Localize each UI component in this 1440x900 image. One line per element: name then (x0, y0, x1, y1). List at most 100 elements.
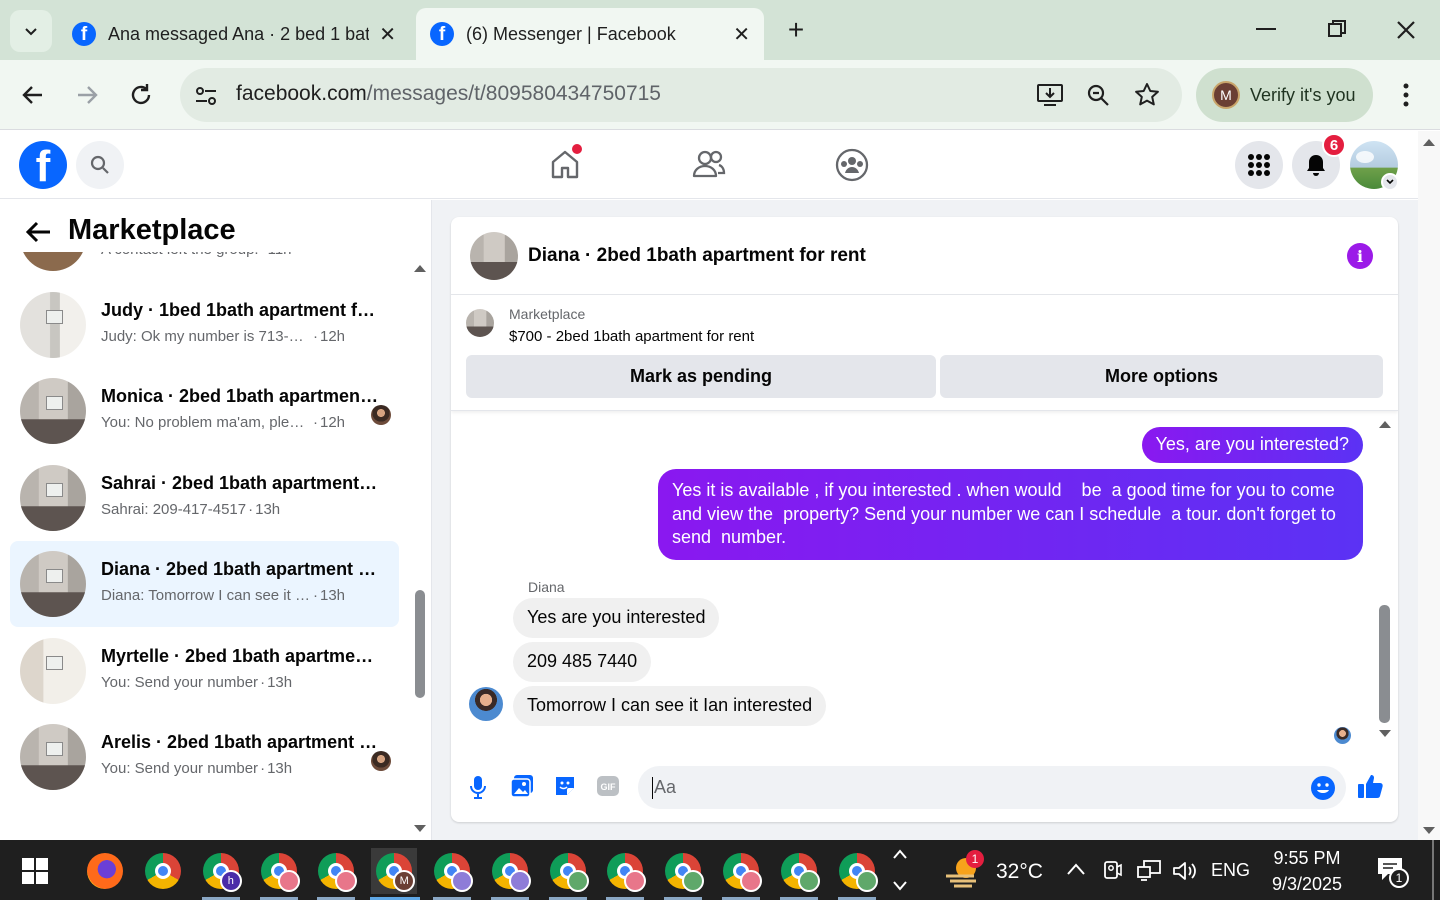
forward-button[interactable] (74, 82, 100, 108)
taskbar-scroll-down-icon[interactable] (892, 880, 908, 892)
conversation-item[interactable]: Myrtelle · 2bed 1bath apartment for rent… (10, 628, 399, 714)
weather-widget[interactable]: 1 32°C (944, 850, 1044, 892)
scroll-down-arrow-icon[interactable] (1422, 826, 1436, 836)
close-tab-icon[interactable]: ✕ (379, 22, 396, 47)
install-app-icon[interactable] (1036, 82, 1064, 108)
scroll-up-arrow-icon[interactable] (1378, 419, 1392, 429)
browser-tab-active[interactable]: f (6) Messenger | Facebook ✕ (416, 8, 764, 60)
menu-button[interactable] (1235, 141, 1283, 189)
listing-thumbnail[interactable] (466, 309, 494, 337)
notifications-button[interactable]: 6 (1292, 133, 1346, 189)
chrome-taskbar-icon[interactable] (834, 848, 880, 894)
chrome-taskbar-icon[interactable] (256, 848, 302, 894)
reload-button[interactable] (128, 82, 154, 108)
language-indicator[interactable]: ENG (1211, 860, 1250, 881)
facebook-search-button[interactable] (76, 141, 124, 189)
new-tab-button[interactable]: + (780, 14, 812, 46)
conversation-time: 13h (267, 760, 293, 777)
conversation-preview-text: Diana: Tomorrow I can see it Ian i... (101, 587, 311, 604)
verify-identity-button[interactable]: M Verify it's you (1196, 68, 1373, 122)
emoji-button[interactable] (1310, 775, 1336, 801)
listing-title[interactable]: $700 - 2bed 1bath apartment for rent (509, 328, 754, 345)
like-button[interactable] (1357, 773, 1383, 799)
scroll-down-arrow-icon[interactable] (413, 824, 427, 834)
start-button[interactable] (12, 848, 58, 894)
chrome-taskbar-icon[interactable] (429, 848, 475, 894)
conversation-item[interactable]: Arelis · 2bed 1bath apartment for rent Yo… (10, 714, 399, 800)
mark-as-pending-button[interactable]: Mark as pending (466, 355, 936, 398)
close-window-icon[interactable] (1396, 20, 1416, 40)
back-arrow-button[interactable] (24, 220, 52, 244)
message-thread[interactable]: Yes, are you interested? Yes it is avail… (451, 413, 1398, 749)
message-bubble-sent[interactable]: Yes, are you interested? (1141, 427, 1363, 463)
minimize-window-icon[interactable] (1256, 28, 1276, 30)
nav-home[interactable] (549, 144, 582, 180)
conversation-avatar (20, 724, 86, 790)
chrome-taskbar-icon[interactable]: M (371, 848, 418, 894)
url-text[interactable]: facebook.com/messages/t/809580434750715 (236, 82, 661, 106)
conversation-info-button[interactable]: i (1347, 243, 1373, 269)
bookmark-star-icon[interactable] (1134, 82, 1160, 108)
conversation-item[interactable]: Judy · 1bed 1bath apartment for rent Judy… (10, 282, 399, 368)
tab-search-button[interactable] (10, 10, 52, 52)
message-input[interactable]: Aa (638, 766, 1346, 809)
chrome-taskbar-icon[interactable] (545, 848, 591, 894)
chrome-taskbar-icon[interactable] (602, 848, 648, 894)
chrome-taskbar-icon[interactable]: h (198, 848, 244, 894)
site-info-icon[interactable] (194, 84, 218, 108)
sender-avatar[interactable] (469, 687, 503, 721)
show-hidden-icons-button[interactable] (1066, 862, 1086, 876)
chrome-taskbar-icon[interactable] (140, 848, 186, 894)
nav-friends[interactable] (692, 148, 726, 180)
chrome-taskbar-icon[interactable] (718, 848, 764, 894)
voice-clip-button[interactable] (469, 775, 487, 799)
restore-window-icon[interactable] (1328, 20, 1346, 38)
back-button[interactable] (20, 82, 46, 108)
chat-avatar[interactable] (470, 232, 518, 280)
conversation-item[interactable]: Diana · 2bed 1bath apartment for rent Dia… (10, 541, 399, 627)
browser-tab-inactive[interactable]: f Ana messaged Ana · 2 bed 1 bath house … (58, 8, 410, 60)
message-bubble-sent[interactable]: Yes it is available , if you interested … (658, 469, 1363, 560)
scroll-up-arrow-icon[interactable] (1422, 137, 1436, 147)
browser-menu-icon[interactable] (1403, 82, 1409, 108)
attach-photo-button[interactable] (510, 774, 534, 798)
scroll-down-arrow-icon[interactable] (1378, 729, 1392, 739)
chrome-taskbar-icon[interactable] (660, 848, 706, 894)
message-bubble-received[interactable]: Tomorrow I can see it Ian interested (513, 686, 827, 726)
chrome-taskbar-icon[interactable] (487, 848, 533, 894)
gif-button[interactable]: GIF (596, 775, 620, 797)
account-chevron-icon[interactable] (1381, 173, 1399, 191)
scroll-up-arrow-icon[interactable] (413, 263, 427, 273)
meet-now-icon[interactable] (1102, 858, 1122, 882)
notification-center-button[interactable]: 1 (1376, 856, 1409, 888)
conversation-list[interactable]: Are · 2 bed 1 bath house for rentA conta… (0, 252, 410, 840)
nav-groups[interactable] (835, 148, 869, 182)
address-bar[interactable]: facebook.com/messages/t/809580434750715 (180, 68, 1182, 122)
sticker-button[interactable] (553, 774, 577, 798)
sidebar-scroll-thumb[interactable] (415, 590, 425, 698)
conversation-item[interactable]: Are · 2 bed 1 bath house for rentA conta… (10, 252, 399, 281)
message-bubble-received[interactable]: Yes are you interested (513, 598, 720, 638)
firefox-taskbar-icon[interactable] (82, 848, 128, 894)
network-icon[interactable] (1136, 860, 1162, 882)
zoom-icon[interactable] (1086, 83, 1110, 107)
show-desktop-button[interactable] (1432, 840, 1434, 900)
chat-title[interactable]: Diana · 2bed 1bath apartment for rent (528, 245, 866, 267)
chrome-taskbar-icon[interactable] (776, 848, 822, 894)
taskbar-scroll-up-icon[interactable] (892, 848, 908, 860)
clock[interactable]: 9:55 PM 9/3/2025 (1262, 846, 1352, 898)
volume-icon[interactable] (1172, 860, 1198, 882)
page-scrollbar[interactable] (1418, 131, 1440, 840)
read-receipt-avatar (1334, 727, 1351, 744)
conversation-item[interactable]: Sahrai · 2bed 1bath apartment for rent Sa… (10, 455, 399, 541)
facebook-header: f 6 (0, 131, 1418, 199)
close-tab-icon[interactable]: ✕ (733, 22, 750, 47)
message-bubble-received[interactable]: 209 485 7440 (513, 642, 652, 682)
more-options-button[interactable]: More options (940, 355, 1383, 398)
chrome-taskbar-icon[interactable] (313, 848, 359, 894)
facebook-logo[interactable]: f (19, 141, 67, 189)
tab-title: Ana messaged Ana · 2 bed 1 bath house fo… (108, 23, 370, 44)
conversation-item[interactable]: Monica · 2bed 1bath apartment for rent Yo… (10, 368, 399, 454)
thread-scroll-thumb[interactable] (1379, 605, 1390, 723)
sidebar-scrollbar[interactable] (410, 260, 430, 835)
